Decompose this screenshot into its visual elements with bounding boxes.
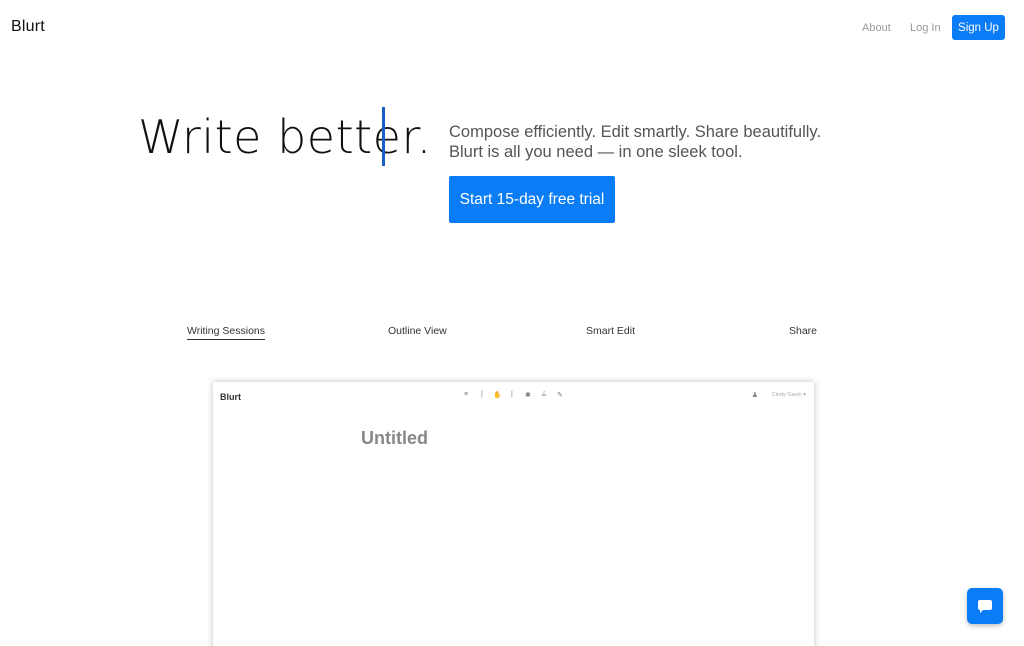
pen-icon: ✎ [557,392,563,399]
chat-button[interactable] [967,588,1003,624]
nav-about-link[interactable]: About [862,22,891,34]
preview-logo: Blurt [220,392,241,402]
chat-icon [978,600,992,613]
hand-icon: ✋ [493,392,502,399]
hero-subtitle-line-1: Compose efficiently. Edit smartly. Share… [449,123,822,141]
document-title: Untitled [361,428,428,448]
hero-subtitle-line-2: Blurt is all you need — in one sleek too… [449,142,743,161]
chevron-down-icon: ▾ [803,392,806,398]
lines-icon: ≟ [541,392,547,399]
asterisk-icon: ✱ [525,392,531,399]
tab-writing-sessions[interactable]: Writing Sessions [187,325,266,340]
hero-subtitle: Compose efficiently. Edit smartly. Share… [449,123,821,162]
nav-login-link[interactable]: Log In [910,22,941,34]
toolbar-divider: | [481,391,483,398]
toolbar-divider: | [511,391,513,398]
hero-title: Write better. [138,110,432,164]
signup-button[interactable]: Sign Up [952,15,1005,40]
user-menu: Cindy Gavin ▾ [772,392,806,398]
start-trial-button[interactable]: Start 15-day free trial [449,176,615,223]
tab-smart-edit[interactable]: Smart Edit [586,325,635,337]
tab-outline-view[interactable]: Outline View [388,325,447,337]
user-icon: ♟ [751,392,758,399]
tab-share[interactable]: Share [789,325,817,337]
user-name: Cindy Gavin [771,392,802,398]
list-icon: ≡ [464,391,469,398]
logo[interactable]: Blurt [11,18,45,36]
app-preview: Blurt ≡ | ✋ | ✱ ≟ ✎ ♟ Cindy Gavin ▾ Unti… [213,382,814,646]
text-caret [382,107,385,166]
